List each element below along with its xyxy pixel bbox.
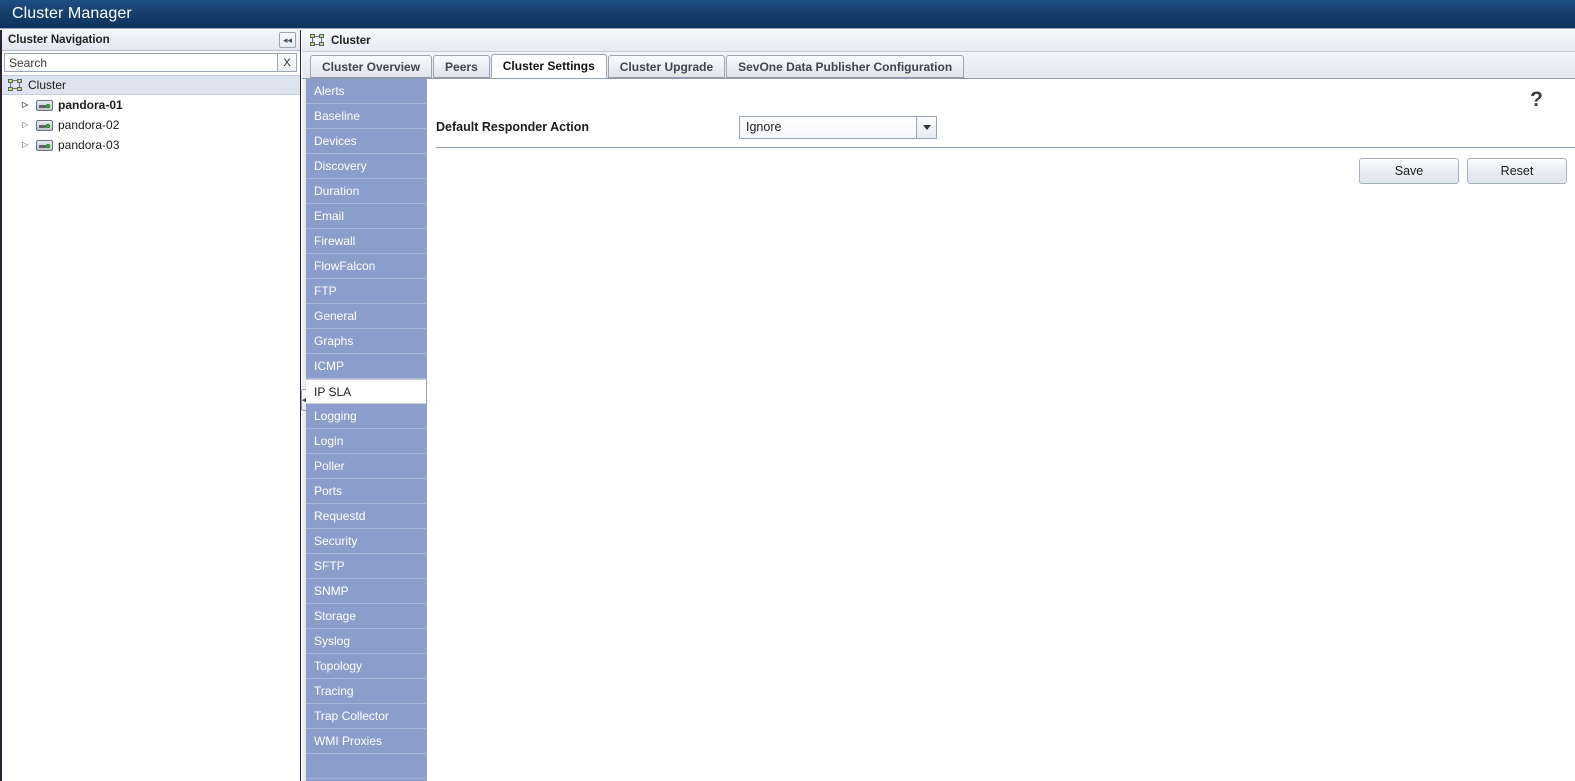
expand-twisty-icon[interactable]: ▷ — [22, 101, 34, 109]
settings-menu-item-login[interactable]: Login — [306, 429, 426, 454]
panel-header: Cluster — [302, 30, 1575, 52]
expand-twisty-icon[interactable]: ▷ — [22, 141, 34, 149]
settings-menu-item-devices[interactable]: Devices — [306, 129, 426, 154]
tree-item-label: pandora-01 — [58, 98, 123, 112]
default-responder-action-label: Default Responder Action — [436, 120, 590, 134]
navigation-title: Cluster Navigation — [8, 34, 110, 46]
form-divider — [436, 147, 1575, 148]
settings-menu-item-wmi-proxies[interactable]: WMI Proxies — [306, 729, 426, 754]
settings-menu-item-snmp[interactable]: SNMP — [306, 579, 426, 604]
settings-menu-item-poller[interactable]: Poller — [306, 454, 426, 479]
cluster-navigation-pane: Cluster Navigation ◂◂ X Cluster ▷ pandor… — [0, 30, 301, 781]
settings-menu-item-ports[interactable]: Ports — [306, 479, 426, 504]
settings-menu-item-ftp[interactable]: FTP — [306, 279, 426, 304]
settings-menu-item-flowfalcon[interactable]: FlowFalcon — [306, 254, 426, 279]
settings-menu-item-ip-sla[interactable]: IP SLA — [306, 379, 426, 404]
tab-cluster-upgrade[interactable]: Cluster Upgrade — [607, 55, 726, 78]
settings-menu-item-requestd[interactable]: Requestd — [306, 504, 426, 529]
tree-item-pandora-01[interactable]: ▷ pandora-01 — [2, 95, 300, 115]
default-responder-action-select[interactable]: Ignore — [739, 115, 937, 139]
settings-menu-item-graphs[interactable]: Graphs — [306, 329, 426, 354]
settings-menu-item-security[interactable]: Security — [306, 529, 426, 554]
help-icon[interactable]: ? — [1530, 89, 1543, 110]
reset-button[interactable]: Reset — [1467, 158, 1567, 184]
tab-cluster-settings[interactable]: Cluster Settings — [490, 54, 607, 78]
tab-sevone-data-publisher-configuration[interactable]: SevOne Data Publisher Configuration — [726, 55, 965, 78]
save-button[interactable]: Save — [1359, 158, 1459, 184]
tab-peers[interactable]: Peers — [433, 55, 490, 78]
chevron-down-icon[interactable] — [916, 116, 936, 138]
cluster-icon — [8, 78, 23, 92]
settings-menu-item-duration[interactable]: Duration — [306, 179, 426, 204]
settings-category-menu: Alerts Baseline Devices Discovery Durati… — [306, 79, 427, 781]
settings-menu-item-overflow[interactable] — [306, 754, 426, 779]
server-icon — [36, 99, 53, 111]
settings-menu-item-firewall[interactable]: Firewall — [306, 229, 426, 254]
settings-menu-item-logging[interactable]: Logging — [306, 404, 426, 429]
form-button-row: Save Reset — [1359, 158, 1567, 184]
tree-item-pandora-02[interactable]: ▷ pandora-02 — [2, 115, 300, 135]
tree-item-label: pandora-02 — [58, 118, 120, 132]
cluster-icon — [310, 34, 325, 47]
search-input[interactable] — [4, 53, 277, 72]
search-row: X — [2, 51, 300, 73]
settings-menu-item-trap-collector[interactable]: Trap Collector — [306, 704, 426, 729]
settings-body: ◀ Alerts Baseline Devices Discovery Dura… — [301, 79, 1575, 781]
settings-menu-item-icmp[interactable]: ICMP — [306, 354, 426, 379]
settings-menu-item-email[interactable]: Email — [306, 204, 426, 229]
content-area: Cluster Cluster Overview Peers Cluster S… — [301, 30, 1575, 781]
tree-item-label: Cluster — [28, 78, 67, 92]
server-icon — [36, 139, 53, 151]
settings-menu-item-alerts[interactable]: Alerts — [306, 79, 426, 104]
settings-form: ? Default Responder Action Ignore Save R… — [428, 79, 1575, 781]
panel-title: Cluster — [331, 34, 371, 47]
settings-menu-item-general[interactable]: General — [306, 304, 426, 329]
page-title: Cluster Manager — [12, 5, 132, 22]
settings-menu-item-syslog[interactable]: Syslog — [306, 629, 426, 654]
application-title-bar: Cluster Manager — [0, 0, 1575, 29]
expand-twisty-icon[interactable]: ▷ — [22, 121, 34, 129]
server-icon — [36, 119, 53, 131]
form-row-default-responder-action: Default Responder Action Ignore — [436, 112, 1557, 142]
tree-item-pandora-03[interactable]: ▷ pandora-03 — [2, 135, 300, 155]
tab-strip: Cluster Overview Peers Cluster Settings … — [302, 52, 1575, 79]
tree-item-cluster[interactable]: Cluster — [2, 75, 300, 95]
tab-cluster-overview[interactable]: Cluster Overview — [310, 55, 433, 78]
settings-menu-item-storage[interactable]: Storage — [306, 604, 426, 629]
settings-menu-item-baseline[interactable]: Baseline — [306, 104, 426, 129]
navigation-header: Cluster Navigation ◂◂ — [2, 30, 300, 51]
collapse-left-icon[interactable]: ◂◂ — [279, 32, 296, 48]
settings-menu-item-sftp[interactable]: SFTP — [306, 554, 426, 579]
default-responder-action-value: Ignore — [746, 120, 782, 134]
settings-menu-item-tracing[interactable]: Tracing — [306, 679, 426, 704]
settings-menu-item-discovery[interactable]: Discovery — [306, 154, 426, 179]
tree-item-label: pandora-03 — [58, 138, 120, 152]
search-clear-button[interactable]: X — [277, 53, 297, 72]
settings-menu-item-topology[interactable]: Topology — [306, 654, 426, 679]
cluster-tree: Cluster ▷ pandora-01 ▷ pandora-02 ▷ pand… — [2, 75, 300, 781]
